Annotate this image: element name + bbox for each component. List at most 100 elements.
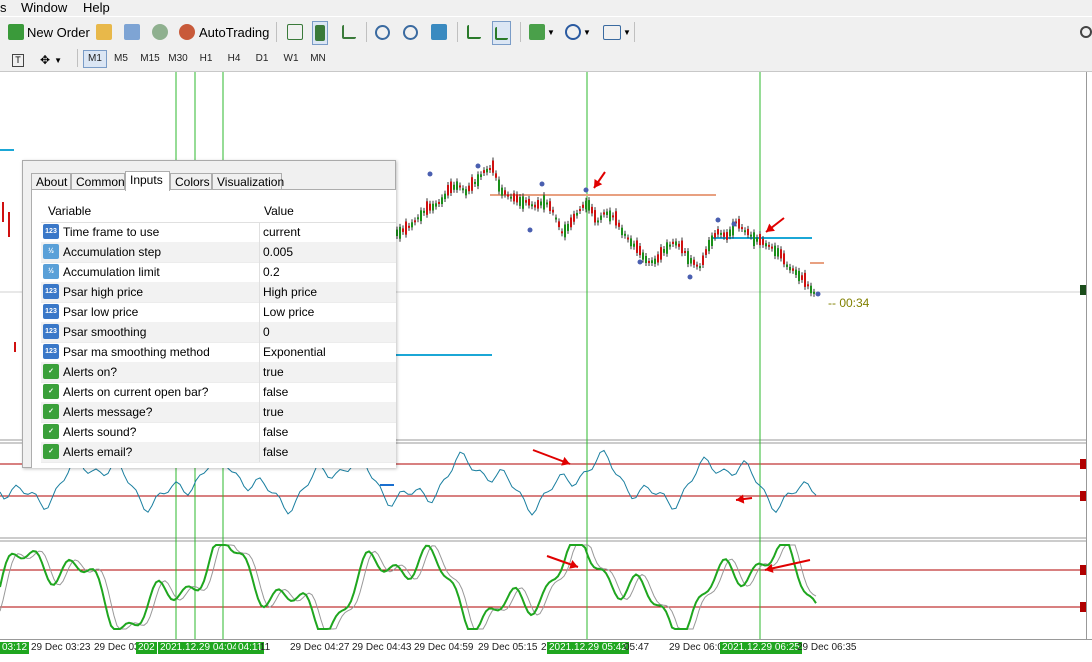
tab-inputs[interactable]: Inputs — [125, 171, 170, 191]
zoom-out-button[interactable] — [403, 21, 418, 43]
psar-dot — [475, 163, 481, 169]
tab-visualization[interactable]: Visualization — [212, 173, 284, 190]
candle-body — [564, 224, 566, 238]
candle-body — [798, 270, 800, 282]
timeframe-button-w1[interactable]: W1 — [280, 51, 302, 67]
input-row[interactable]: 123 Time frame to use current — [41, 222, 396, 243]
candle-body — [408, 225, 410, 228]
main-toolbar: New Order AutoTrading ▼ ▼ ▼ — [0, 17, 1092, 48]
tab-common[interactable]: Common — [71, 173, 125, 190]
menu-item-help[interactable]: Help — [83, 0, 110, 15]
periods-button[interactable]: ▼ — [565, 21, 591, 43]
input-row[interactable]: ✓ Alerts sound? false — [41, 422, 396, 443]
signals-button[interactable] — [152, 21, 168, 43]
column-divider — [259, 342, 260, 362]
toolbar-separator — [276, 22, 277, 42]
candle-body — [576, 212, 578, 216]
data-window-button[interactable] — [124, 21, 140, 43]
tab-colors[interactable]: Colors — [170, 173, 212, 190]
candle-body — [8, 212, 10, 237]
candle-body — [513, 193, 515, 202]
psar-dot — [427, 171, 433, 177]
data-window-icon — [124, 24, 140, 40]
tile-windows-icon — [431, 24, 447, 40]
input-row[interactable]: ✓ Alerts on? true — [41, 362, 396, 383]
autoscroll-icon — [495, 26, 508, 40]
input-value[interactable]: Exponential — [263, 345, 326, 359]
input-variable-name: Psar low price — [63, 305, 139, 319]
toolbar-separator — [366, 22, 367, 42]
candle-body — [399, 226, 401, 239]
chart-shift-button[interactable] — [467, 21, 481, 43]
input-value[interactable]: false — [263, 425, 288, 439]
boolean-type-icon: ✓ — [43, 364, 59, 379]
new-order-button[interactable]: New Order — [8, 21, 90, 43]
text-tool-button[interactable]: T — [12, 49, 24, 71]
timeframe-button-mn[interactable]: MN — [307, 51, 329, 67]
candle-body — [705, 249, 707, 255]
input-value[interactable]: false — [263, 445, 288, 459]
menu-item-window[interactable]: Window — [21, 0, 67, 15]
input-value[interactable]: Low price — [263, 305, 314, 319]
input-row[interactable]: ✓ Alerts on current open bar? false — [41, 382, 396, 403]
psar-dot — [637, 259, 643, 265]
candle-body — [714, 233, 716, 238]
time-axis-label: 29 Dec 04:59 — [414, 642, 474, 653]
input-row[interactable]: 123 Psar ma smoothing method Exponential — [41, 342, 396, 363]
timeframe-button-h4[interactable]: H4 — [224, 51, 244, 67]
search-button[interactable] — [1080, 21, 1092, 43]
candle-body — [582, 204, 584, 208]
timeframe-button-m1[interactable]: M1 — [83, 50, 107, 68]
templates-button[interactable]: ▼ — [603, 21, 631, 43]
candle-body — [774, 245, 776, 257]
toolbar-separator — [520, 22, 521, 42]
candle-body — [699, 266, 701, 269]
time-axis-highlight-label: 2021.12.29 04:04 — [158, 642, 240, 654]
candle-body — [519, 196, 521, 206]
candle-body — [591, 206, 593, 214]
input-row[interactable]: ½ Accumulation step 0.005 — [41, 242, 396, 263]
input-row[interactable]: 123 Psar smoothing 0 — [41, 322, 396, 343]
menu-item-partial[interactable]: s — [0, 0, 7, 15]
candle-body — [669, 244, 671, 247]
input-value[interactable]: false — [263, 385, 288, 399]
candle-body — [438, 201, 440, 204]
input-value[interactable]: 0 — [263, 325, 270, 339]
candle-body — [540, 201, 542, 206]
input-row[interactable]: ✓ Alerts message? true — [41, 402, 396, 423]
indicators-button[interactable]: ▼ — [529, 21, 555, 43]
input-value[interactable]: true — [263, 365, 284, 379]
line-chart-button[interactable] — [342, 21, 356, 43]
tile-windows-button[interactable] — [431, 21, 447, 43]
autotrading-button[interactable]: AutoTrading — [179, 21, 269, 43]
bar-chart-button[interactable] — [287, 21, 303, 43]
column-divider — [259, 322, 260, 342]
candle-body — [552, 209, 554, 213]
input-row[interactable]: ½ Accumulation limit 0.2 — [41, 262, 396, 283]
input-value[interactable]: High price — [263, 285, 317, 299]
input-row[interactable]: ✓ Alerts email? false — [41, 442, 396, 463]
candle-body — [645, 255, 647, 264]
input-row[interactable]: 123 Psar low price Low price — [41, 302, 396, 323]
candle-body — [504, 190, 506, 195]
zoom-in-button[interactable] — [375, 21, 390, 43]
timeframe-button-h1[interactable]: H1 — [196, 51, 216, 67]
input-value[interactable]: 0.2 — [263, 265, 280, 279]
timeframe-button-m15[interactable]: M15 — [138, 51, 162, 67]
arrow-tool-button[interactable]: ✥ ▼ — [40, 49, 62, 71]
toolbar-separator — [77, 49, 78, 67]
market-watch-button[interactable] — [96, 21, 112, 43]
input-value[interactable]: current — [263, 225, 300, 239]
signal-icon — [152, 24, 168, 40]
tab-about[interactable]: About — [31, 173, 71, 190]
candlestick-chart-button[interactable] — [312, 21, 328, 45]
timeframe-button-m30[interactable]: M30 — [166, 51, 190, 67]
timeframe-button-m5[interactable]: M5 — [110, 51, 132, 67]
input-variable-name: Alerts message? — [63, 405, 153, 419]
price-scale — [1086, 72, 1092, 639]
autoscroll-button[interactable] — [492, 21, 511, 45]
timeframe-button-d1[interactable]: D1 — [252, 51, 272, 67]
input-value[interactable]: 0.005 — [263, 245, 293, 259]
input-value[interactable]: true — [263, 405, 284, 419]
input-row[interactable]: 123 Psar high price High price — [41, 282, 396, 303]
